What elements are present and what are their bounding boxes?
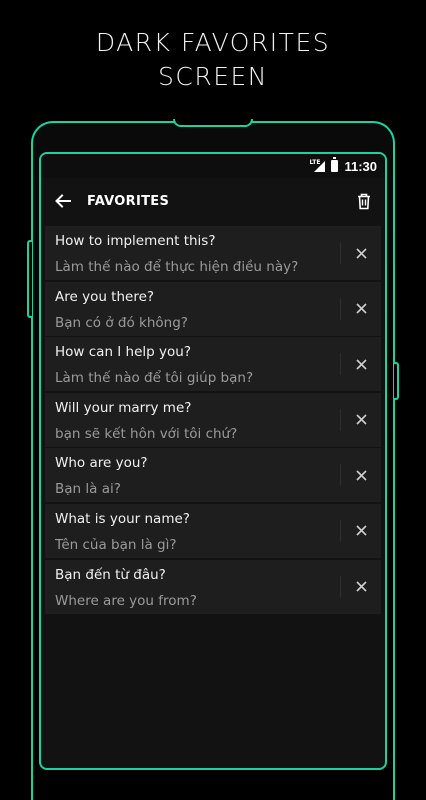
close-icon[interactable] (341, 560, 381, 614)
phone-screen: LTE 11:30 FAVORITES How to implement thi… (39, 152, 387, 770)
promo-title-line1: DARK FAVORITES (95, 28, 331, 57)
phone-side-button-right (394, 362, 399, 400)
favorite-item[interactable]: How can I help you? Làm thế nào để tôi g… (45, 337, 381, 392)
favorite-translation-text: bạn sẽ kết hôn với tôi chứ? (55, 425, 238, 442)
favorite-source-text: Will your marry me? (55, 399, 192, 416)
favorite-source-text: How to implement this? (55, 233, 216, 249)
close-icon[interactable] (341, 282, 381, 336)
promo-title: DARK FAVORITES SCREEN (0, 26, 426, 94)
arrow-left-icon[interactable] (53, 191, 73, 211)
signal-icon: LTE (309, 159, 326, 172)
close-icon[interactable] (341, 448, 381, 502)
favorite-item[interactable]: Will your marry me? bạn sẽ kết hôn với t… (45, 392, 381, 447)
favorite-translation-text: Bạn là ai? (55, 481, 121, 498)
favorite-item[interactable]: Bạn đến từ đâu? Where are you from? (45, 559, 381, 614)
app-bar: FAVORITES (41, 178, 385, 224)
favorite-source-text: How can I help you? (55, 344, 192, 361)
favorite-translation-text: Làm thế nào để thực hiện điều này? (55, 259, 299, 275)
favorite-item[interactable]: Are you there? Bạn có ở đó không? (45, 281, 381, 336)
favorite-translation-text: Làm thế nào để tôi giúp bạn? (55, 370, 254, 387)
close-icon[interactable] (341, 393, 381, 447)
favorite-item[interactable]: What is your name? Tên của bạn là gì? (45, 503, 381, 558)
favorite-item[interactable]: How to implement this? Làm thế nào để th… (45, 226, 381, 280)
favorite-translation-text: Where are you from? (55, 592, 197, 609)
favorite-translation-text: Bạn có ở đó không? (55, 314, 188, 331)
favorite-source-text: Who are you? (55, 455, 148, 472)
favorite-source-text: What is your name? (55, 510, 190, 527)
close-icon[interactable] (341, 226, 381, 280)
phone-side-button-left (27, 240, 32, 318)
favorites-list: How to implement this? Làm thế nào để th… (41, 224, 385, 614)
close-icon[interactable] (341, 337, 381, 391)
close-icon[interactable] (341, 504, 381, 558)
favorite-source-text: Bạn đến từ đâu? (55, 566, 166, 583)
status-time: 11:30 (344, 158, 377, 174)
promo-title-line2: SCREEN (158, 62, 268, 91)
phone-notch (173, 119, 253, 127)
status-bar: LTE 11:30 (41, 154, 385, 178)
favorite-item[interactable]: Who are you? Bạn là ai? (45, 448, 381, 503)
trash-icon[interactable] (353, 190, 375, 212)
favorite-source-text: Are you there? (55, 288, 155, 305)
page-title: FAVORITES (87, 193, 170, 209)
favorite-translation-text: Tên của bạn là gì? (55, 536, 177, 553)
battery-icon (331, 157, 339, 172)
